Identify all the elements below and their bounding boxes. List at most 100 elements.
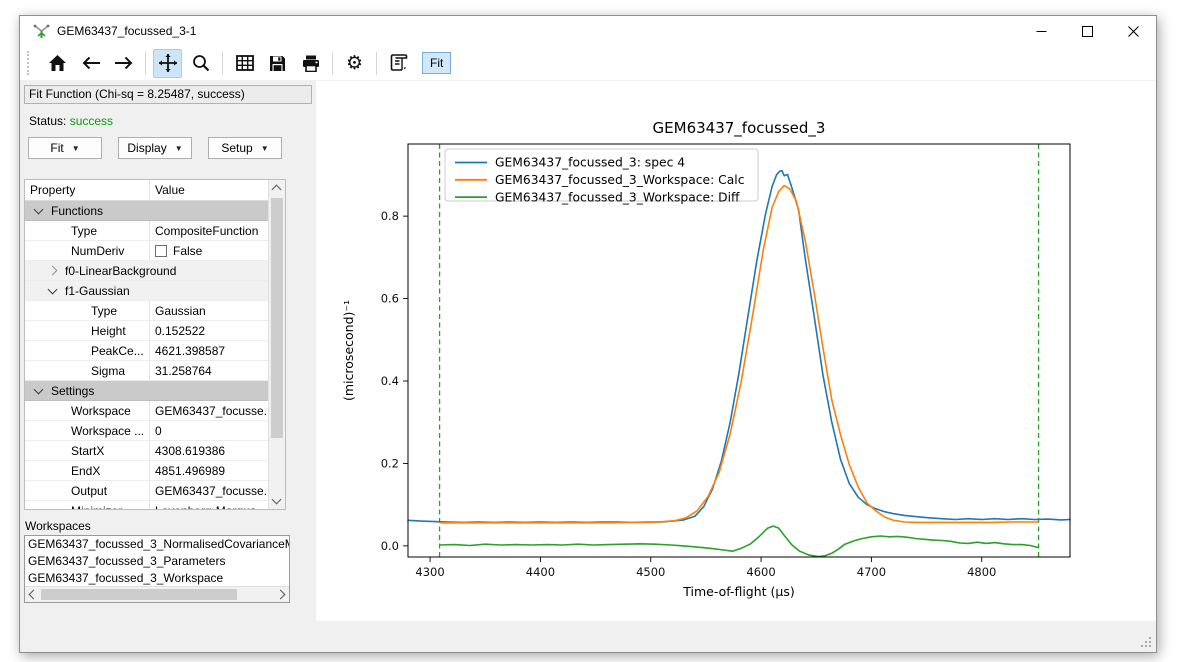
- plot-figure[interactable]: GEM63437_focussed_3Time-of-flight (μs)(m…: [316, 81, 1156, 621]
- fit-status-line: Status: success: [29, 114, 312, 128]
- x-tick-label: 4500: [636, 565, 665, 579]
- app-icon: [33, 23, 50, 40]
- property-label: Minimizer: [71, 504, 122, 510]
- property-label: Height: [91, 324, 126, 338]
- property-value[interactable]: GEM63437_focusse...: [150, 401, 269, 420]
- property-value[interactable]: CompositeFunction: [150, 221, 269, 240]
- legend-entry: GEM63437_focussed_3: spec 4: [495, 156, 685, 170]
- scroll-right-icon[interactable]: [276, 590, 286, 600]
- property-value[interactable]: 4621.398587: [150, 341, 269, 360]
- back-arrow-icon: [81, 56, 101, 70]
- minimize-button[interactable]: [1018, 16, 1064, 46]
- pan-button[interactable]: [153, 49, 182, 78]
- scroll-up-icon[interactable]: [272, 185, 282, 195]
- table-row[interactable]: Minimizer Levenberg-Marqua...: [25, 501, 269, 509]
- forward-arrow-icon: [114, 56, 134, 70]
- table-row[interactable]: Workspace ... 0: [25, 421, 269, 441]
- table-row[interactable]: NumDerivFalse: [25, 241, 269, 261]
- close-button[interactable]: [1110, 16, 1156, 46]
- workspace-list-item[interactable]: GEM63437_focussed_3_NormalisedCovariance…: [25, 536, 289, 553]
- script-generator-button[interactable]: [384, 49, 413, 78]
- table-row[interactable]: WorkspaceGEM63437_focusse...: [25, 401, 269, 421]
- home-button[interactable]: [43, 49, 72, 78]
- table-row[interactable]: Functions: [25, 201, 269, 221]
- property-label: f1-Gaussian: [65, 284, 130, 298]
- table-row[interactable]: Sigma31.258764: [25, 361, 269, 381]
- property-label: Workspace ...: [71, 424, 144, 438]
- resize-grip[interactable]: [1141, 637, 1152, 648]
- table-vertical-scrollbar[interactable]: [268, 180, 285, 509]
- property-value[interactable]: GEM63437_focusse...: [150, 481, 269, 500]
- workspace-list-item[interactable]: GEM63437_focussed_3_Parameters: [25, 553, 289, 570]
- back-button[interactable]: [76, 49, 105, 78]
- property-value[interactable]: Levenberg-Marqua...: [150, 501, 269, 509]
- maximize-button[interactable]: [1064, 16, 1110, 46]
- display-menu-button[interactable]: Display ▼: [118, 137, 192, 159]
- x-tick-label: 4800: [967, 565, 996, 579]
- toolbar-drag-handle[interactable]: [27, 51, 33, 75]
- table-row[interactable]: EndX4851.496989: [25, 461, 269, 481]
- toolbar-separator: [332, 52, 333, 75]
- y-tick-label: 0.8: [381, 209, 399, 223]
- grid-button[interactable]: [230, 49, 259, 78]
- script-generator-icon: [389, 53, 409, 73]
- property-value[interactable]: False: [150, 241, 269, 260]
- table-row[interactable]: f1-Gaussian: [25, 281, 269, 301]
- zoom-button[interactable]: [186, 49, 215, 78]
- property-value[interactable]: 0.152522: [150, 321, 269, 340]
- column-header-value: Value: [150, 180, 269, 200]
- table-row[interactable]: PeakCe... 4621.398587: [25, 341, 269, 361]
- property-value[interactable]: 4308.619386: [150, 441, 269, 460]
- dock-title[interactable]: Fit Function (Chi-sq = 8.25487, success): [24, 85, 312, 104]
- workspaces-list[interactable]: GEM63437_focussed_3_NormalisedCovariance…: [24, 535, 290, 603]
- property-label: PeakCe...: [91, 344, 144, 358]
- scrollbar-thumb[interactable]: [271, 198, 283, 438]
- chevron-right-icon[interactable]: [48, 266, 58, 276]
- grid-icon: [236, 55, 254, 71]
- property-label: Output: [71, 484, 107, 498]
- workspaces-horizontal-scrollbar[interactable]: [25, 586, 289, 602]
- table-row[interactable]: TypeCompositeFunction: [25, 221, 269, 241]
- property-value[interactable]: 31.258764: [150, 361, 269, 380]
- scroll-left-icon[interactable]: [29, 590, 39, 600]
- setup-menu-button[interactable]: Setup ▼: [208, 137, 282, 159]
- scrollbar-thumb[interactable]: [41, 589, 237, 600]
- save-button[interactable]: [263, 49, 292, 78]
- table-row[interactable]: Settings: [25, 381, 269, 401]
- print-icon: [302, 55, 320, 72]
- table-row[interactable]: StartX4308.619386: [25, 441, 269, 461]
- y-tick-label: 0.2: [381, 456, 399, 470]
- property-value[interactable]: 4851.496989: [150, 461, 269, 480]
- status-value: success: [70, 114, 113, 128]
- property-label: Functions: [51, 204, 103, 218]
- series-line: [440, 186, 1038, 523]
- legend-entry: GEM63437_focussed_3_Workspace: Diff: [495, 190, 740, 204]
- x-tick-label: 4700: [857, 565, 886, 579]
- table-row[interactable]: f0-LinearBackground: [25, 261, 269, 281]
- chevron-down-icon[interactable]: [48, 284, 58, 294]
- property-value[interactable]: 0: [150, 421, 269, 440]
- column-header-property: Property: [25, 180, 150, 200]
- table-row[interactable]: Height 0.152522: [25, 321, 269, 341]
- property-value[interactable]: Gaussian: [150, 301, 269, 320]
- checkbox[interactable]: [155, 245, 167, 257]
- main-content: Fit Function (Chi-sq = 8.25487, success)…: [20, 80, 1156, 652]
- x-axis-label: Time-of-flight (μs): [682, 584, 795, 599]
- print-button[interactable]: [296, 49, 325, 78]
- chevron-down-icon[interactable]: [34, 204, 44, 214]
- fit-menu-button[interactable]: Fit ▼: [28, 137, 102, 159]
- fit-toolbar-button[interactable]: Fit: [422, 52, 451, 74]
- fit-property-browser: Fit Function (Chi-sq = 8.25487, success)…: [24, 85, 312, 652]
- scroll-down-icon[interactable]: [272, 495, 282, 505]
- minimize-icon: [1036, 26, 1047, 37]
- x-tick-label: 4300: [415, 565, 444, 579]
- forward-button[interactable]: [109, 49, 138, 78]
- workspace-list-item[interactable]: GEM63437_focussed_3_Workspace: [25, 570, 289, 587]
- table-row[interactable]: Output GEM63437_focusse...: [25, 481, 269, 501]
- fit-plot[interactable]: GEM63437_focussed_3Time-of-flight (μs)(m…: [316, 81, 1156, 621]
- settings-button[interactable]: ⚙: [340, 49, 369, 78]
- title-bar[interactable]: GEM63437_focussed_3-1: [20, 16, 1156, 46]
- chevron-down-icon[interactable]: [34, 384, 44, 394]
- property-table: Property Value Functions TypeCompositeFun…: [24, 179, 286, 510]
- table-row[interactable]: TypeGaussian: [25, 301, 269, 321]
